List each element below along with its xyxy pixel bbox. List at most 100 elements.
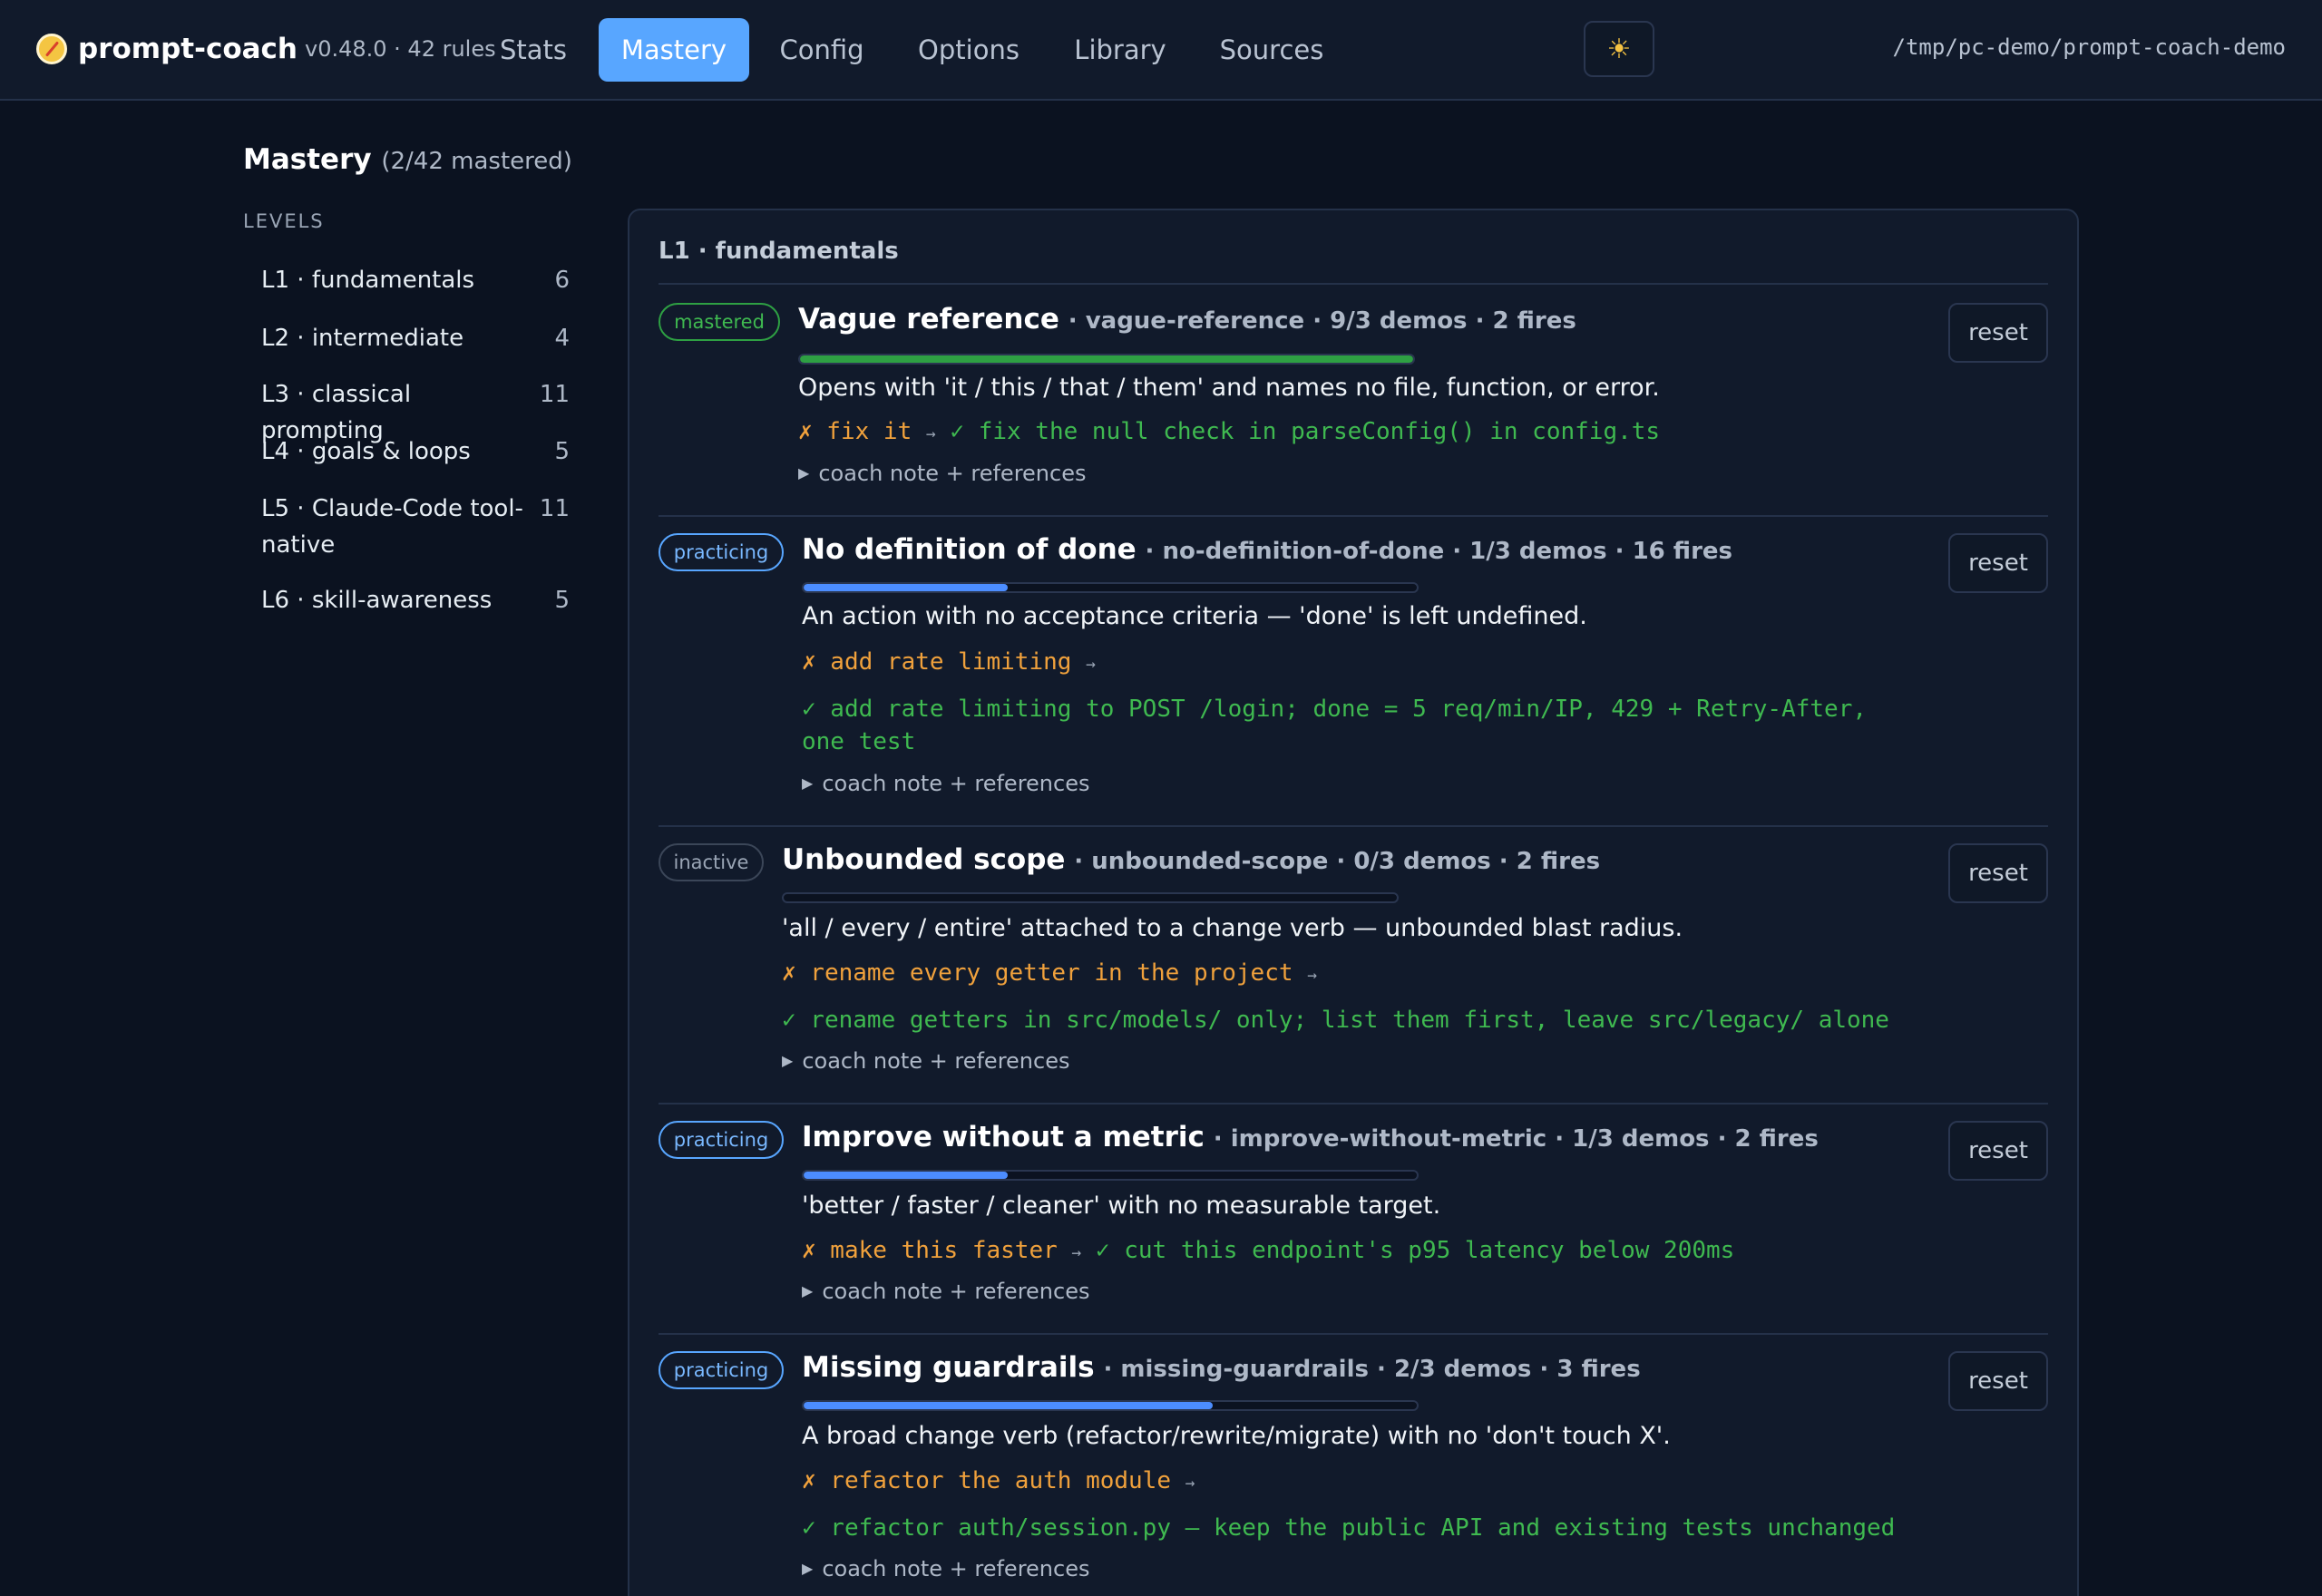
progress-bar: [802, 1170, 1419, 1181]
rule-heading: Improve without a metric · improve-witho…: [802, 1121, 1819, 1153]
coach-note-label: coach note + references: [822, 1556, 1090, 1581]
rule-meta: · improve-without-metric · 1/3 demos · 2…: [1213, 1125, 1819, 1153]
rule-example-good: ✓ add rate limiting to POST /login; done…: [802, 693, 1917, 758]
rule-heading: Vague reference · vague-reference · 9/3 …: [798, 303, 1576, 336]
progress-bar: [802, 582, 1419, 593]
mastered-count: (2/42 mastered): [381, 148, 572, 175]
rule-meta: · no-definition-of-done · 1/3 demos · 16…: [1145, 538, 1733, 565]
coach-note-toggle[interactable]: ▶ coach note + references: [802, 1556, 1089, 1581]
rule-example-good: ✓ refactor auth/session.py — keep the pu…: [802, 1512, 1895, 1544]
progress-fill: [804, 584, 1009, 591]
level-count: 6: [554, 267, 570, 294]
rule-description: 'all / every / entire' attached to a cha…: [782, 914, 1683, 942]
level-count: 11: [539, 381, 570, 408]
rule-meta: · unbounded-scope · 0/3 demos · 2 fires: [1074, 848, 1601, 875]
level-item[interactable]: L2 · intermediate 4: [261, 320, 570, 356]
rule-description: 'better / faster / cleaner' with no meas…: [802, 1192, 1441, 1220]
coach-note-label: coach note + references: [818, 461, 1087, 486]
rule-example: ✗ add rate limiting →: [802, 646, 1096, 681]
level-item[interactable]: L5 · Claude-Code tool-native 11: [261, 491, 570, 563]
coach-note-toggle[interactable]: ▶ coach note + references: [782, 1048, 1069, 1074]
compass-icon: [36, 34, 67, 64]
level-name: L6 · skill-awareness: [261, 587, 493, 614]
reset-button[interactable]: reset: [1948, 303, 2048, 363]
coach-note-label: coach note + references: [822, 771, 1090, 796]
page-title: Mastery (2/42 mastered): [243, 143, 572, 176]
disclosure-triangle-icon: ▶: [782, 1052, 794, 1069]
bad-example: ✗ make this faster: [802, 1237, 1058, 1264]
disclosure-triangle-icon: ▶: [802, 1282, 814, 1299]
arrow-icon: →: [1086, 655, 1096, 674]
level-name: L2 · intermediate: [261, 325, 464, 352]
disclosure-triangle-icon: ▶: [802, 1560, 814, 1577]
coach-note-label: coach note + references: [822, 1279, 1090, 1304]
bad-example: ✗ refactor the auth module: [802, 1467, 1171, 1494]
progress-bar: [782, 892, 1399, 903]
rule-title: Improve without a metric: [802, 1121, 1205, 1153]
arrow-icon: →: [1307, 966, 1318, 985]
arrow-icon: →: [1071, 1243, 1082, 1262]
level-item[interactable]: L1 · fundamentals 6: [261, 262, 570, 298]
app-version: v0.48.0 · 42 rules: [305, 36, 496, 62]
level-count: 5: [554, 587, 570, 614]
disclosure-triangle-icon: ▶: [802, 774, 814, 792]
page-title-text: Mastery: [243, 143, 372, 176]
progress-fill: [804, 1402, 1213, 1409]
tab-sources[interactable]: Sources: [1208, 18, 1335, 82]
rule-description: An action with no acceptance criteria — …: [802, 602, 1587, 630]
rule-heading: Missing guardrails · missing-guardrails …: [802, 1351, 1641, 1384]
coach-note-toggle[interactable]: ▶ coach note + references: [798, 461, 1086, 486]
status-badge: practicing: [659, 1351, 784, 1389]
rule-meta: · missing-guardrails · 2/3 demos · 3 fir…: [1103, 1356, 1641, 1383]
rule-title: Vague reference: [798, 303, 1059, 336]
divider: [659, 515, 2048, 517]
tab-config[interactable]: Config: [767, 18, 876, 82]
bad-example: ✗ fix it: [798, 418, 912, 445]
brand[interactable]: prompt-coach v0.48.0 · 42 rules: [36, 27, 496, 71]
divider: [659, 825, 2048, 827]
rule-example: ✗ fix it → ✓ fix the null check in parse…: [798, 415, 1660, 451]
rule-heading: No definition of done · no-definition-of…: [802, 533, 1732, 566]
arrow-icon: →: [1185, 1474, 1195, 1493]
reset-button[interactable]: reset: [1948, 1351, 2048, 1411]
reset-button[interactable]: reset: [1948, 843, 2048, 903]
level-item[interactable]: L4 · goals & loops 5: [261, 433, 570, 470]
bad-example: ✗ rename every getter in the project: [782, 959, 1293, 987]
reset-button[interactable]: reset: [1948, 1121, 2048, 1181]
rule-description: A broad change verb (refactor/rewrite/mi…: [802, 1422, 1671, 1450]
tab-options[interactable]: Options: [903, 18, 1034, 82]
rule-heading: Unbounded scope · unbounded-scope · 0/3 …: [782, 843, 1600, 876]
rule-title: Missing guardrails: [802, 1351, 1095, 1384]
rule-title: No definition of done: [802, 533, 1137, 566]
good-example: ✓ fix the null check in parseConfig() in…: [950, 418, 1661, 445]
good-example: ✓ add rate limiting to POST /login; done…: [802, 696, 1867, 755]
status-badge: inactive: [659, 843, 764, 881]
tab-library[interactable]: Library: [1059, 18, 1181, 82]
tab-mastery[interactable]: Mastery: [599, 18, 749, 82]
rule-example: ✗ rename every getter in the project →: [782, 957, 1317, 992]
levels-heading: LEVELS: [243, 210, 325, 232]
rule-title: Unbounded scope: [782, 843, 1066, 876]
section-title: L1 · fundamentals: [659, 238, 899, 265]
divider: [659, 283, 2048, 285]
good-example: ✓ refactor auth/session.py — keep the pu…: [802, 1514, 1896, 1542]
project-path: /tmp/pc-demo/prompt-coach-demo: [1892, 34, 2286, 60]
theme-toggle-button[interactable]: ☀: [1584, 21, 1654, 77]
bad-example: ✗ add rate limiting: [802, 648, 1072, 676]
sun-icon: ☀: [1606, 33, 1632, 65]
rule-example: ✗ refactor the auth module →: [802, 1465, 1195, 1500]
coach-note-toggle[interactable]: ▶ coach note + references: [802, 1279, 1089, 1304]
level-count: 4: [554, 325, 570, 352]
tab-stats[interactable]: Stats: [486, 18, 580, 82]
level-item[interactable]: L6 · skill-awareness 5: [261, 582, 570, 618]
app-name: prompt-coach: [78, 33, 298, 65]
progress-bar: [802, 1400, 1419, 1411]
status-badge: practicing: [659, 533, 784, 571]
progress-fill: [804, 1172, 1009, 1179]
coach-note-toggle[interactable]: ▶ coach note + references: [802, 771, 1089, 796]
rule-example-good: ✓ rename getters in src/models/ only; li…: [782, 1004, 1889, 1036]
progress-bar: [798, 354, 1415, 365]
level-name: L5 · Claude-Code tool-native: [261, 495, 523, 559]
rule-example: ✗ make this faster → ✓ cut this endpoint…: [802, 1234, 1734, 1270]
reset-button[interactable]: reset: [1948, 533, 2048, 593]
